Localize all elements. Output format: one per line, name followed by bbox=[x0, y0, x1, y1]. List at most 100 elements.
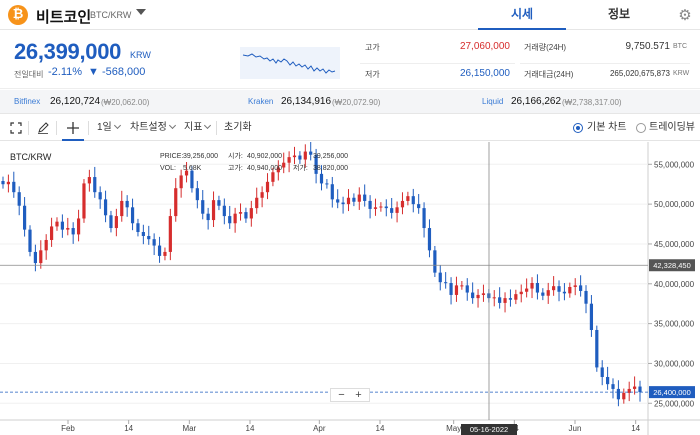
chevron-down-icon bbox=[204, 121, 212, 130]
candle-body bbox=[136, 223, 140, 233]
current-price: 26,399,000 bbox=[14, 39, 122, 64]
candle-body bbox=[87, 177, 91, 184]
tradingview-radio[interactable] bbox=[636, 123, 646, 133]
candle-body bbox=[93, 177, 97, 193]
interval-select[interactable]: 1일 bbox=[97, 115, 121, 141]
coin-pair[interactable]: BTC/KRW bbox=[90, 10, 131, 20]
exchange-name-kraken[interactable]: Kraken bbox=[248, 97, 273, 106]
x-tick-label: Mar bbox=[182, 424, 196, 433]
volume-value: 9,750.571 bbox=[625, 41, 671, 52]
candle-body bbox=[503, 298, 507, 303]
candle-body bbox=[530, 282, 534, 289]
pencil-icon[interactable] bbox=[37, 115, 51, 141]
interval-label: 1일 bbox=[97, 122, 112, 133]
high-label: 고가 bbox=[365, 43, 380, 52]
chart-settings-menu[interactable]: 차트설정 bbox=[130, 115, 176, 141]
candle-body bbox=[28, 229, 32, 252]
fullscreen-icon[interactable] bbox=[10, 115, 24, 141]
reset-button[interactable]: 초기화 bbox=[224, 115, 252, 141]
candle-body bbox=[433, 250, 437, 273]
candle-body bbox=[120, 200, 124, 217]
candle-body bbox=[12, 181, 16, 193]
candle-body bbox=[168, 216, 172, 252]
candle-body bbox=[438, 272, 442, 283]
tradingview-label[interactable]: 트레이딩뷰 bbox=[649, 115, 695, 141]
change-percent: -2.11% bbox=[48, 66, 83, 78]
crosshair-date-label: 05-16-2022 bbox=[470, 425, 508, 434]
exchange-name-bitfinex[interactable]: Bitfinex bbox=[14, 97, 40, 106]
candle-body bbox=[163, 251, 167, 256]
tab-info[interactable]: 정보 bbox=[574, 0, 664, 30]
candle-body bbox=[600, 367, 604, 377]
legend-high-label: 고가: bbox=[228, 163, 243, 172]
exchange-name-liquid[interactable]: Liquid bbox=[482, 97, 503, 106]
candle-body bbox=[633, 386, 637, 389]
change-label: 전일대비 bbox=[14, 70, 44, 79]
candle-body bbox=[379, 206, 383, 208]
legend-open: 40,902,000 bbox=[247, 153, 282, 160]
candle-body bbox=[238, 212, 243, 214]
candle-body bbox=[579, 285, 583, 291]
candle-body bbox=[282, 162, 286, 168]
candle-body bbox=[638, 386, 642, 393]
zoom-out-button[interactable]: − bbox=[333, 389, 350, 401]
candle-body bbox=[546, 290, 550, 296]
legend-price-label: PRICE: bbox=[160, 153, 183, 160]
candle-body bbox=[174, 188, 178, 217]
candle-body bbox=[22, 205, 27, 230]
chevron-down-icon[interactable] bbox=[136, 9, 146, 15]
candle-body bbox=[584, 290, 588, 304]
x-tick-label: May bbox=[446, 424, 461, 433]
candle-body bbox=[319, 173, 324, 184]
candle-body bbox=[460, 285, 464, 287]
candle-body bbox=[265, 181, 270, 193]
candle-body bbox=[49, 226, 54, 240]
candle-body bbox=[190, 170, 194, 189]
x-tick-label: 14 bbox=[376, 424, 385, 433]
toolbar-divider bbox=[88, 121, 89, 135]
candle-body bbox=[103, 199, 108, 216]
legend-high: 40,940,000 bbox=[247, 165, 282, 172]
tab-market[interactable]: 시세 bbox=[478, 0, 566, 30]
candle-body bbox=[400, 200, 405, 208]
candle-body bbox=[109, 215, 113, 229]
x-tick-label: Jun bbox=[569, 424, 582, 433]
candle-body bbox=[76, 218, 81, 235]
crosshair-icon[interactable] bbox=[62, 115, 84, 141]
high-value: 27,060,000 bbox=[459, 41, 510, 52]
indicators-menu[interactable]: 지표 bbox=[184, 115, 212, 141]
candle-body bbox=[303, 151, 307, 160]
candle-body bbox=[147, 235, 151, 240]
candle-body bbox=[552, 286, 556, 291]
price-unit: KRW bbox=[130, 50, 151, 60]
volume-label: 거래량(24H) bbox=[524, 43, 567, 52]
candle-body bbox=[589, 303, 594, 330]
basic-chart-radio[interactable] bbox=[573, 123, 583, 133]
candle-body bbox=[508, 298, 513, 300]
zoom-in-button[interactable]: + bbox=[350, 389, 367, 401]
turnover-label: 거래대금(24H) bbox=[524, 70, 574, 79]
coin-name[interactable]: 비트코인 bbox=[36, 6, 91, 27]
candle-body bbox=[616, 388, 621, 400]
exchange-premium-kraken: (₩20,072.90) bbox=[332, 98, 381, 107]
exchange-price-liquid: 26,166,262 bbox=[511, 96, 562, 107]
candle-body bbox=[422, 208, 426, 229]
candle-body bbox=[525, 288, 529, 292]
gear-icon[interactable]: ⚙ bbox=[676, 6, 694, 24]
candle-body bbox=[368, 200, 372, 209]
candle-body bbox=[66, 228, 70, 230]
candle-body bbox=[395, 207, 399, 213]
candle-body bbox=[130, 207, 135, 224]
basic-chart-label[interactable]: 기본 차트 bbox=[587, 115, 627, 141]
candle-body bbox=[417, 204, 421, 209]
candle-body bbox=[17, 192, 21, 206]
candle-body bbox=[39, 250, 43, 264]
legend-vol: 5.68K bbox=[183, 165, 202, 172]
candle-body bbox=[573, 285, 577, 287]
toolbar-divider bbox=[56, 121, 57, 135]
price-chart[interactable]: 55,000,000 50,000,000 45,000,000 40,000,000… bbox=[0, 142, 700, 435]
candle-body bbox=[141, 232, 145, 236]
candle-body bbox=[622, 392, 626, 400]
candle-body bbox=[201, 200, 205, 214]
candle-body bbox=[195, 188, 199, 201]
